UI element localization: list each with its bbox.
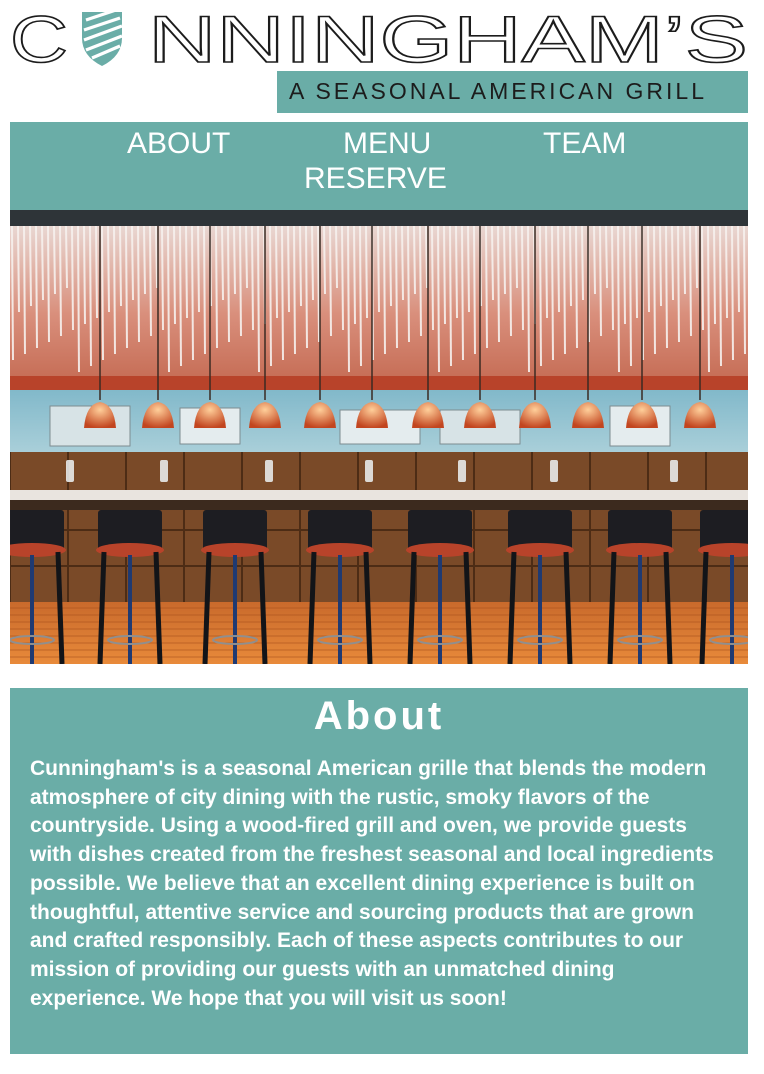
about-section: About Cunningham's is a seasonal America… [10, 688, 748, 1054]
main-nav: ABOUT MENU TEAM RESERVE [10, 122, 748, 210]
tagline-text: A SEASONAL AMERICAN GRILL [289, 78, 707, 104]
tagline-banner: A SEASONAL AMERICAN GRILL [277, 71, 748, 113]
logo-letters-rest: NNINGHAM’S [148, 8, 748, 68]
about-heading: About [313, 694, 445, 738]
logo-wordmark: C NNINGHAM’S [10, 8, 749, 68]
hero-restaurant-image [10, 210, 748, 664]
nav-link-menu[interactable]: MENU [343, 127, 431, 161]
nav-link-team[interactable]: TEAM [543, 127, 626, 161]
logo-letter-c: C [10, 8, 68, 68]
striped-shield-icon [82, 8, 123, 66]
restaurant-bar-illustration [10, 210, 748, 664]
nav-link-about[interactable]: ABOUT [127, 127, 230, 161]
about-paragraph: Cunningham's is a seasonal American gril… [30, 757, 714, 1010]
nav-link-reserve[interactable]: RESERVE [304, 162, 447, 196]
site-logo[interactable]: C NNINGHAM’S [10, 8, 750, 68]
